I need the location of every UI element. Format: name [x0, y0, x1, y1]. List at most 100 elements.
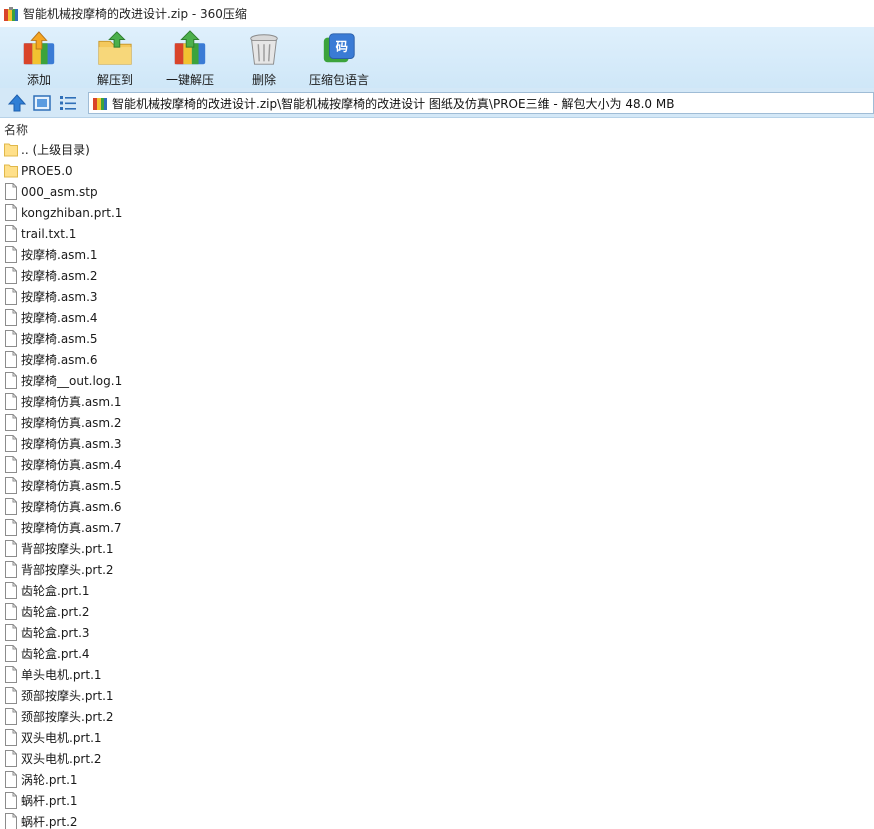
file-name: 按摩椅仿真.asm.4: [21, 458, 122, 472]
column-name-label: 名称: [4, 123, 29, 137]
file-icon: [5, 519, 17, 536]
list-item[interactable]: 齿轮盒.prt.3: [0, 622, 874, 643]
file-icon: [5, 477, 17, 494]
list-item[interactable]: 单头电机.prt.1: [0, 664, 874, 685]
column-header[interactable]: 名称: [0, 119, 874, 138]
path-field[interactable]: 智能机械按摩椅的改进设计.zip\智能机械按摩椅的改进设计 图纸及仿真\PROE…: [88, 92, 874, 114]
path-text: 智能机械按摩椅的改进设计.zip\智能机械按摩椅的改进设计 图纸及仿真\PROE…: [112, 96, 675, 111]
extract-to-button[interactable]: 解压到: [90, 27, 140, 88]
folder-icon: [4, 164, 18, 178]
file-name: 按摩椅仿真.asm.3: [21, 437, 122, 451]
file-icon: [5, 183, 17, 200]
list-item[interactable]: 背部按摩头.prt.1: [0, 538, 874, 559]
list-item[interactable]: kongzhiban.prt.1: [0, 202, 874, 223]
address-bar: 智能机械按摩椅的改进设计.zip\智能机械按摩椅的改进设计 图纸及仿真\PROE…: [0, 88, 874, 118]
file-name: 按摩椅.asm.5: [21, 332, 98, 346]
thumbnail-view-icon[interactable]: [32, 93, 52, 113]
list-item[interactable]: 蜗杆.prt.1: [0, 790, 874, 811]
file-icon: [5, 540, 17, 557]
file-name: 齿轮盒.prt.1: [21, 584, 90, 598]
delete-button-label: 删除: [251, 73, 276, 87]
list-item[interactable]: 按摩椅.asm.6: [0, 349, 874, 370]
file-name: 按摩椅仿真.asm.5: [21, 479, 122, 493]
add-button[interactable]: 添加: [18, 27, 60, 88]
list-item[interactable]: 按摩椅__out.log.1: [0, 370, 874, 391]
list-item[interactable]: 按摩椅.asm.1: [0, 244, 874, 265]
file-icon: [5, 603, 17, 620]
list-item[interactable]: 000_asm.stp: [0, 181, 874, 202]
list-item[interactable]: 按摩椅.asm.2: [0, 265, 874, 286]
file-icon: [5, 204, 17, 221]
list-item[interactable]: trail.txt.1: [0, 223, 874, 244]
up-arrow-icon[interactable]: [7, 93, 27, 113]
file-icon: [5, 330, 17, 347]
list-item[interactable]: 按摩椅.asm.3: [0, 286, 874, 307]
file-name: 按摩椅仿真.asm.2: [21, 416, 122, 430]
list-view-icon[interactable]: [58, 93, 78, 113]
one-click-extract-button-label: 一键解压: [165, 73, 214, 87]
list-item[interactable]: 按摩椅.asm.4: [0, 307, 874, 328]
file-icon: [5, 771, 17, 788]
file-icon: [5, 393, 17, 410]
file-name: 按摩椅.asm.2: [21, 269, 98, 283]
file-name: 涡轮.prt.1: [21, 773, 78, 787]
list-item[interactable]: 背部按摩头.prt.2: [0, 559, 874, 580]
list-item[interactable]: 蜗杆.prt.2: [0, 811, 874, 829]
file-name: kongzhiban.prt.1: [21, 205, 123, 220]
file-icon: [5, 246, 17, 263]
file-name: 按摩椅.asm.3: [21, 290, 98, 304]
list-item[interactable]: 按摩椅仿真.asm.4: [0, 454, 874, 475]
file-name: 颈部按摩头.prt.1: [21, 689, 114, 703]
delete-button[interactable]: 删除: [244, 27, 284, 88]
list-item[interactable]: 按摩椅仿真.asm.2: [0, 412, 874, 433]
list-item[interactable]: 按摩椅.asm.5: [0, 328, 874, 349]
file-name: 按摩椅.asm.4: [21, 311, 98, 325]
file-name: 背部按摩头.prt.1: [21, 542, 114, 556]
list-item[interactable]: 颈部按摩头.prt.1: [0, 685, 874, 706]
archive-icon: [93, 98, 107, 110]
file-name: 按摩椅仿真.asm.6: [21, 500, 122, 514]
file-name: 单头电机.prt.1: [21, 668, 102, 682]
file-icon: [5, 645, 17, 662]
file-name: trail.txt.1: [21, 226, 77, 241]
file-icon: [5, 687, 17, 704]
list-item[interactable]: 按摩椅仿真.asm.3: [0, 433, 874, 454]
file-list: .. (上级目录) PROE5.0 000_asm.stp kongzhiban…: [0, 139, 874, 829]
file-icon: [5, 498, 17, 515]
list-item[interactable]: 齿轮盒.prt.1: [0, 580, 874, 601]
list-item[interactable]: 颈部按摩头.prt.2: [0, 706, 874, 727]
extract-to-icon: [98, 31, 132, 65]
file-name: 按摩椅仿真.asm.1: [21, 395, 122, 409]
list-item[interactable]: 按摩椅仿真.asm.6: [0, 496, 874, 517]
file-icon: [5, 225, 17, 242]
list-item[interactable]: PROE5.0: [0, 160, 874, 181]
list-item[interactable]: 齿轮盒.prt.4: [0, 643, 874, 664]
list-item[interactable]: 双头电机.prt.1: [0, 727, 874, 748]
file-icon: [5, 729, 17, 746]
file-icon: [5, 351, 17, 368]
list-item[interactable]: 按摩椅仿真.asm.5: [0, 475, 874, 496]
file-name: 按摩椅__out.log.1: [21, 374, 123, 388]
archive-language-button[interactable]: 码 压缩包语言: [306, 27, 372, 88]
title-bar: 智能机械按摩椅的改进设计.zip - 360压缩: [0, 0, 874, 27]
svg-text:码: 码: [336, 40, 348, 54]
file-name: 齿轮盒.prt.3: [21, 626, 90, 640]
list-item[interactable]: 齿轮盒.prt.2: [0, 601, 874, 622]
file-icon: [5, 414, 17, 431]
file-icon: [5, 309, 17, 326]
one-click-extract-button[interactable]: 一键解压: [160, 27, 220, 88]
extract-to-button-label: 解压到: [96, 73, 133, 87]
one-click-extract-icon: [174, 30, 206, 65]
add-button-label: 添加: [26, 73, 51, 87]
list-item[interactable]: 按摩椅仿真.asm.7: [0, 517, 874, 538]
list-item[interactable]: 涡轮.prt.1: [0, 769, 874, 790]
list-item[interactable]: 双头电机.prt.2: [0, 748, 874, 769]
list-item[interactable]: .. (上级目录): [0, 139, 874, 160]
file-name: 双头电机.prt.2: [21, 752, 102, 766]
file-icon: [5, 372, 17, 389]
file-icon: [5, 456, 17, 473]
list-item[interactable]: 按摩椅仿真.asm.1: [0, 391, 874, 412]
add-icon: [23, 31, 55, 65]
file-name: 蜗杆.prt.1: [21, 794, 78, 808]
file-icon: [5, 813, 17, 829]
